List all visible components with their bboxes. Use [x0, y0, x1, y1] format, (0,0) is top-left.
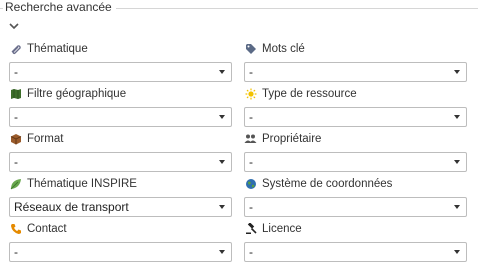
chevron-down-icon	[9, 23, 19, 30]
field-label: Thématique INSPIRE	[27, 178, 137, 190]
dropdown-caret-icon	[454, 250, 460, 254]
thematique-inspire-select[interactable]: Réseaux de transport	[9, 197, 232, 217]
select-value: -	[249, 245, 253, 259]
panel-title: Recherche avancée	[3, 0, 116, 14]
select-value: -	[14, 65, 18, 79]
type-de-ressource-select[interactable]: -	[244, 107, 467, 127]
systeme-de-coordonnees-select[interactable]: -	[244, 197, 467, 217]
proprietaire-select[interactable]: -	[244, 152, 467, 172]
contact-select[interactable]: -	[9, 242, 232, 262]
field-label: Contact	[27, 223, 67, 235]
field-thematique: Thématique -	[9, 41, 232, 82]
globe-icon	[244, 178, 257, 191]
dropdown-caret-icon	[219, 205, 225, 209]
field-label: Type de ressource	[262, 88, 357, 100]
select-value: -	[249, 155, 253, 169]
field-label: Mots clé	[262, 43, 305, 55]
collapse-toggle[interactable]	[8, 20, 20, 30]
field-label: Licence	[262, 223, 302, 235]
select-value: -	[14, 155, 18, 169]
dropdown-caret-icon	[219, 250, 225, 254]
users-icon	[244, 133, 257, 146]
dropdown-caret-icon	[454, 70, 460, 74]
field-label: Thématique	[27, 43, 88, 55]
select-value: -	[249, 200, 253, 214]
field-label: Propriétaire	[262, 133, 322, 145]
field-licence: Licence -	[244, 221, 467, 262]
phone-icon	[9, 223, 22, 236]
field-label: Filtre géographique	[27, 88, 127, 100]
licence-select[interactable]: -	[244, 242, 467, 262]
field-label: Système de coordonnées	[262, 178, 393, 190]
field-systeme-de-coordonnees: Système de coordonnées -	[244, 176, 467, 217]
field-proprietaire: Propriétaire -	[244, 131, 467, 172]
leaf-icon	[9, 178, 22, 191]
field-filtre-geographique: Filtre géographique -	[9, 86, 232, 127]
field-format: Format -	[9, 131, 232, 172]
dropdown-caret-icon	[219, 115, 225, 119]
paperclip-icon	[9, 43, 22, 56]
advanced-search-panel: Recherche avancée Thématique - Mots clé …	[0, 0, 478, 267]
sun-icon	[244, 88, 257, 101]
dropdown-caret-icon	[219, 70, 225, 74]
dropdown-caret-icon	[219, 160, 225, 164]
dropdown-caret-icon	[454, 160, 460, 164]
gavel-icon	[244, 223, 257, 236]
select-value: Réseaux de transport	[14, 200, 129, 214]
format-select[interactable]: -	[9, 152, 232, 172]
thematique-select[interactable]: -	[9, 62, 232, 82]
dropdown-caret-icon	[454, 115, 460, 119]
field-mots-cle: Mots clé -	[244, 41, 467, 82]
field-label: Format	[27, 133, 64, 145]
map-icon	[9, 88, 22, 101]
field-thematique-inspire: Thématique INSPIRE Réseaux de transport	[9, 176, 232, 217]
select-value: -	[14, 245, 18, 259]
dropdown-caret-icon	[454, 205, 460, 209]
select-value: -	[249, 65, 253, 79]
box-icon	[9, 133, 22, 146]
tag-icon	[244, 43, 257, 56]
mots-cle-select[interactable]: -	[244, 62, 467, 82]
select-value: -	[249, 110, 253, 124]
filtre-geographique-select[interactable]: -	[9, 107, 232, 127]
field-contact: Contact -	[9, 221, 232, 262]
field-type-de-ressource: Type de ressource -	[244, 86, 467, 127]
select-value: -	[14, 110, 18, 124]
